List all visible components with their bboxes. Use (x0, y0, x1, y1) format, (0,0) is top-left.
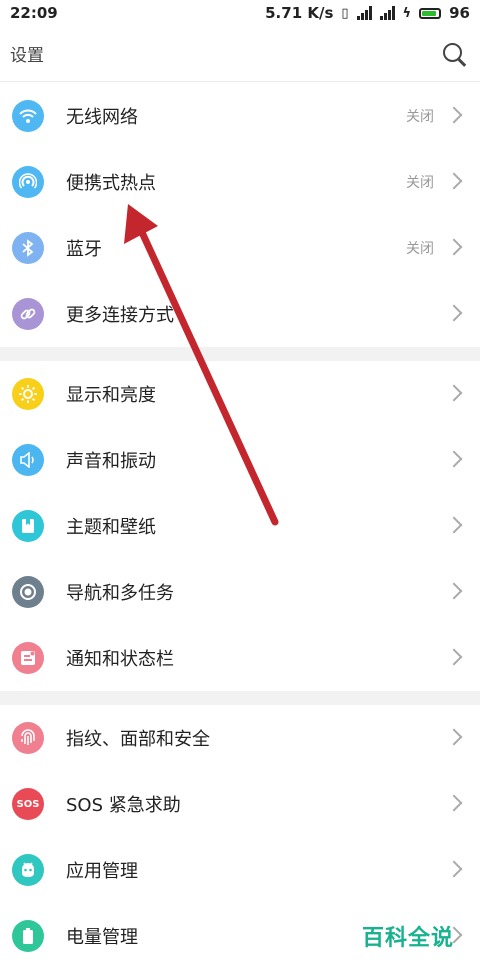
section-divider (0, 347, 480, 361)
chevron-right-icon (445, 860, 463, 878)
sos-icon: SOS (12, 788, 44, 820)
settings-item-security[interactable]: 指纹、面部和安全 (0, 705, 480, 771)
theme-icon (12, 510, 44, 542)
chevron-right-icon (445, 304, 463, 322)
settings-item-label: SOS 紧急求助 (66, 795, 181, 816)
settings-item-bluetooth[interactable]: 蓝牙 关闭 (0, 215, 480, 281)
wifi-icon (12, 100, 44, 132)
search-button[interactable] (440, 40, 468, 68)
settings-item-wifi[interactable]: 无线网络 关闭 (0, 83, 480, 149)
settings-item-label: 导航和多任务 (66, 583, 174, 604)
settings-item-sos[interactable]: SOS SOS 紧急求助 (0, 771, 480, 837)
battery-icon (419, 7, 442, 19)
settings-item-label: 蓝牙 (66, 239, 102, 260)
charging-icon: ϟ (402, 5, 412, 21)
settings-item-label: 声音和振动 (66, 451, 156, 472)
settings-item-status: 关闭 (406, 109, 434, 125)
signal-icon (356, 6, 372, 20)
settings-item-label: 无线网络 (66, 107, 138, 128)
app-manage-icon (12, 854, 44, 886)
chevron-right-icon (445, 648, 463, 666)
chevron-right-icon (445, 582, 463, 600)
settings-item-label: 更多连接方式 (66, 305, 174, 326)
settings-item-sound[interactable]: 声音和振动 (0, 427, 480, 493)
settings-item-label: 便携式热点 (66, 173, 156, 194)
settings-item-theme[interactable]: 主题和壁纸 (0, 493, 480, 559)
settings-item-hotspot[interactable]: 便携式热点 关闭 (0, 149, 480, 215)
settings-item-label: 通知和状态栏 (66, 649, 174, 670)
chevron-right-icon (445, 728, 463, 746)
chevron-right-icon (445, 516, 463, 534)
navigation-icon (12, 576, 44, 608)
settings-item-label: 指纹、面部和安全 (66, 729, 210, 750)
battery-level: 96 (449, 4, 470, 22)
hotspot-icon (12, 166, 44, 198)
settings-item-label: 电量管理 (66, 927, 138, 948)
speaker-icon (12, 444, 44, 476)
vibrate-icon: ▯ (341, 5, 349, 21)
settings-item-label: 主题和壁纸 (66, 517, 156, 538)
settings-item-app-management[interactable]: 应用管理 (0, 837, 480, 903)
settings-item-display[interactable]: 显示和亮度 (0, 361, 480, 427)
signal-4g-icon (379, 6, 395, 20)
notification-icon (12, 642, 44, 674)
sos-icon-text: SOS (16, 798, 40, 810)
fingerprint-icon (12, 722, 44, 754)
chevron-right-icon (445, 384, 463, 402)
settings-list: 无线网络 关闭 便携式热点 关闭 蓝牙 关闭 更多连接方式 显示和亮度 声音和振… (0, 83, 480, 969)
battery-manage-icon (12, 920, 44, 952)
chevron-right-icon (445, 106, 463, 124)
settings-item-more-connections[interactable]: 更多连接方式 (0, 281, 480, 347)
page-title: 设置 (10, 46, 44, 66)
settings-item-label: 显示和亮度 (66, 385, 156, 406)
settings-item-label: 应用管理 (66, 861, 138, 882)
network-speed: 5.71 K/s (265, 4, 334, 22)
settings-item-status: 关闭 (406, 175, 434, 191)
chevron-right-icon (445, 794, 463, 812)
chevron-right-icon (445, 172, 463, 190)
status-time: 22:09 (10, 4, 58, 22)
sun-icon (12, 378, 44, 410)
section-divider (0, 691, 480, 705)
settings-item-status: 关闭 (406, 241, 434, 257)
link-icon (12, 298, 44, 330)
settings-header: 设置 (0, 26, 480, 82)
chevron-right-icon (445, 450, 463, 468)
status-right: 5.71 K/s ▯ ϟ 96 (265, 4, 470, 22)
settings-item-navigation[interactable]: 导航和多任务 (0, 559, 480, 625)
status-bar: 22:09 5.71 K/s ▯ ϟ 96 (0, 0, 480, 26)
watermark: 百科全说 (362, 926, 455, 951)
bluetooth-icon (12, 232, 44, 264)
chevron-right-icon (445, 238, 463, 256)
settings-item-notification[interactable]: 通知和状态栏 (0, 625, 480, 691)
